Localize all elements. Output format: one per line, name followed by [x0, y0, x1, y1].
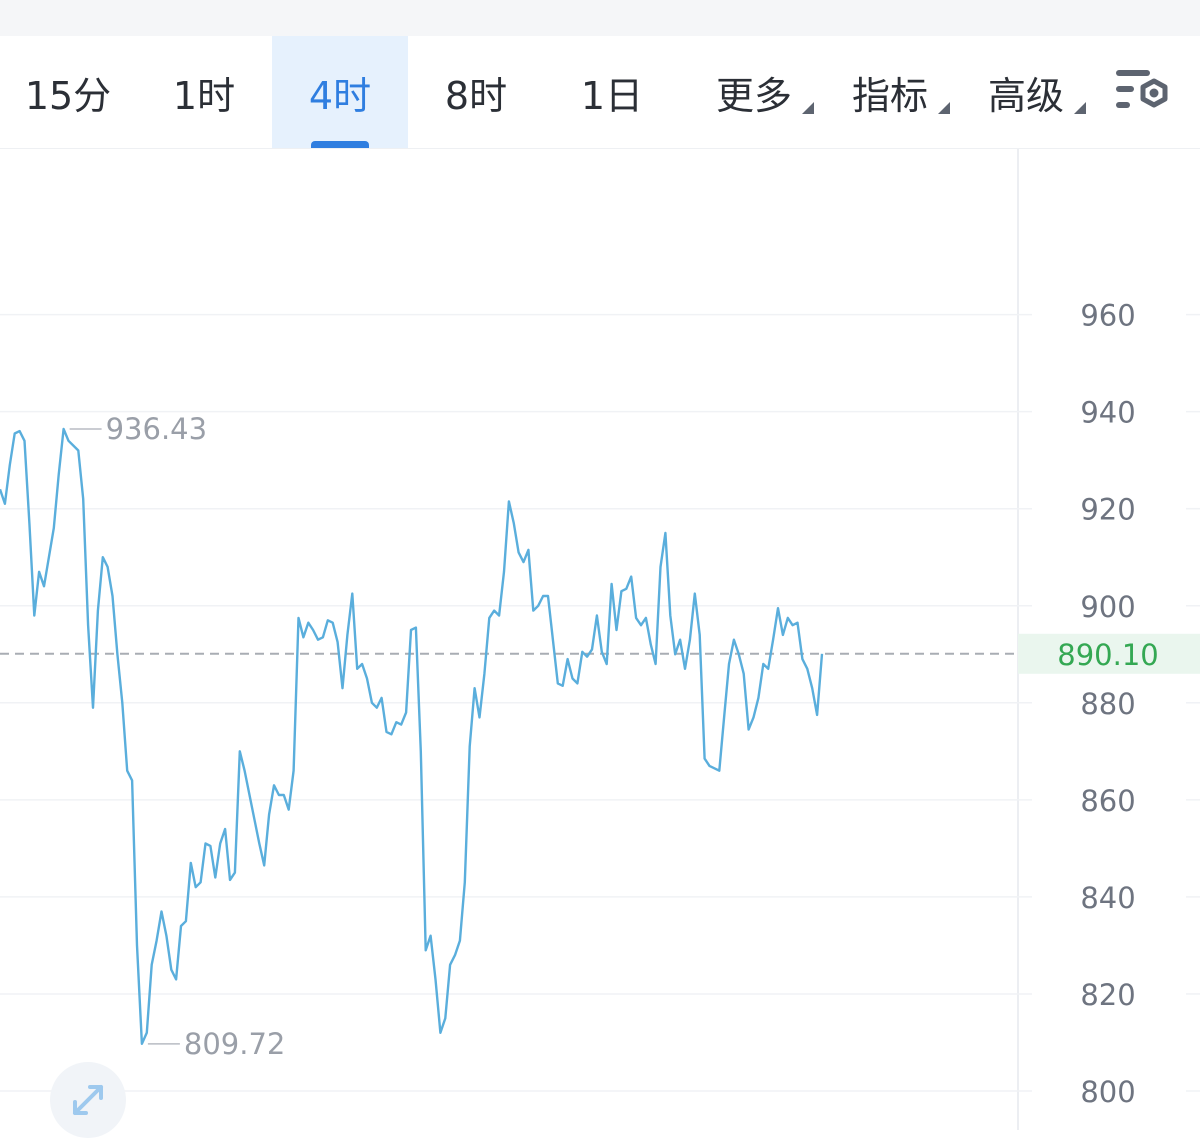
tab-8h[interactable]: 8时 — [408, 36, 544, 148]
chart-settings-icon — [1116, 70, 1168, 108]
current-price-label: 890.10 — [1057, 638, 1158, 672]
y-tick-label: 900 — [1080, 590, 1135, 624]
dropdown-caret-icon — [802, 102, 814, 114]
y-tick-label: 940 — [1080, 396, 1135, 430]
tab-4h[interactable]: 4时 — [272, 36, 408, 148]
y-tick-label: 880 — [1080, 687, 1135, 721]
y-tick-label: 840 — [1080, 881, 1135, 915]
price-chart[interactable]: 960 940 920 900 880 860 840 820 800 890.10 936.43 8… — [0, 149, 1200, 1130]
y-tick-label: 920 — [1080, 493, 1135, 527]
chart-settings-button[interactable] — [1110, 66, 1172, 118]
tab-indicators[interactable]: 指标 — [828, 36, 952, 148]
tab-15m[interactable]: 15分 — [0, 36, 136, 148]
tab-1d[interactable]: 1日 — [544, 36, 680, 148]
y-tick-label: 820 — [1080, 978, 1135, 1012]
top-strip — [0, 0, 1200, 36]
tab-advanced[interactable]: 高级 — [964, 36, 1088, 148]
expand-chart-button[interactable] — [50, 1062, 126, 1138]
price-chart-svg: 960 940 920 900 880 860 840 820 800 890.10 936.43 8… — [0, 149, 1200, 1130]
y-tick-label: 800 — [1080, 1075, 1135, 1109]
expand-arrows-icon — [73, 1085, 103, 1115]
price-line — [0, 427, 824, 1046]
min-price-annotation: 809.72 — [184, 1027, 285, 1061]
y-tick-label: 860 — [1080, 784, 1135, 818]
dropdown-caret-icon — [1074, 102, 1086, 114]
tab-1h[interactable]: 1时 — [136, 36, 272, 148]
active-tab-indicator — [311, 141, 369, 148]
tab-more[interactable]: 更多 — [692, 36, 816, 148]
y-tick-label: 960 — [1080, 299, 1135, 333]
dropdown-caret-icon — [938, 102, 950, 114]
max-price-annotation: 936.43 — [106, 412, 207, 446]
timeframe-tabbar: 15分 1时 4时 8时 1日 更多 指标 高级 — [0, 36, 1200, 149]
